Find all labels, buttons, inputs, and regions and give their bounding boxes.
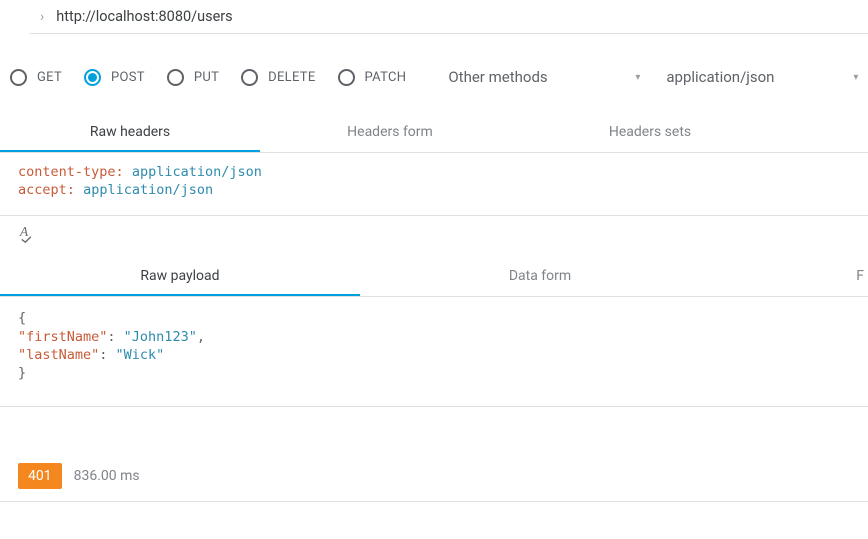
json-value: "John123" — [124, 329, 197, 345]
method-label: DELETE — [268, 70, 315, 85]
method-label: PUT — [194, 70, 219, 85]
chevron-down-icon: ▾ — [853, 72, 858, 83]
radio-icon — [10, 69, 27, 86]
method-row: GET POST PUT DELETE PATCH Other methods … — [0, 34, 868, 104]
header-line: accept: application/json — [18, 181, 850, 199]
spellcheck-icon[interactable]: A — [18, 232, 40, 248]
editor-toolbar: A — [0, 215, 868, 252]
json-value: "Wick" — [116, 347, 165, 363]
url-bar[interactable]: › http://localhost:8080/users — [30, 0, 868, 34]
radio-icon — [167, 69, 184, 86]
tab-files[interactable]: F — [720, 256, 868, 296]
raw-payload-editor[interactable]: { "firstName": "John123", "lastName": "W… — [0, 297, 868, 407]
json-key: "firstName" — [18, 329, 107, 345]
payload-tabs: Raw payload Data form F — [0, 256, 868, 297]
json-key: "lastName" — [18, 347, 99, 363]
method-radio-put[interactable]: PUT — [167, 69, 219, 86]
tab-headers-sets[interactable]: Headers sets — [520, 112, 780, 152]
dropdown-label: Other methods — [448, 68, 547, 86]
tab-data-form[interactable]: Data form — [360, 256, 720, 296]
method-label: POST — [111, 70, 145, 85]
raw-headers-editor[interactable]: content-type: application/json accept: a… — [0, 153, 868, 215]
tab-raw-headers[interactable]: Raw headers — [0, 112, 260, 152]
tab-raw-payload[interactable]: Raw payload — [0, 256, 360, 296]
method-radio-get[interactable]: GET — [10, 69, 62, 86]
json-brace: } — [18, 365, 26, 381]
chevron-down-icon: ▾ — [635, 72, 640, 83]
svg-text:A: A — [19, 224, 29, 239]
method-label: GET — [37, 70, 62, 85]
header-value: application/json — [132, 164, 262, 180]
header-value: application/json — [83, 182, 213, 198]
radio-icon — [241, 69, 258, 86]
chevron-right-icon: › — [40, 9, 44, 25]
other-methods-dropdown[interactable]: Other methods ▾ — [446, 62, 646, 92]
json-brace: { — [18, 310, 26, 326]
response-timing: 836.00 ms — [74, 468, 140, 484]
tab-headers-form[interactable]: Headers form — [260, 112, 520, 152]
status-badge: 401 — [18, 463, 62, 489]
method-label: PATCH — [365, 70, 407, 85]
radio-icon — [84, 69, 101, 86]
header-key: content-type — [18, 164, 116, 180]
url-text: http://localhost:8080/users — [56, 8, 232, 25]
method-radio-post[interactable]: POST — [84, 69, 145, 86]
dropdown-label: application/json — [666, 68, 774, 86]
headers-tabs: Raw headers Headers form Headers sets — [0, 112, 868, 153]
header-key: accept — [18, 182, 67, 198]
header-line: content-type: application/json — [18, 163, 850, 181]
method-radio-delete[interactable]: DELETE — [241, 69, 315, 86]
content-type-dropdown[interactable]: application/json ▾ — [664, 62, 864, 92]
response-status-row: 401 836.00 ms — [0, 407, 868, 502]
radio-icon — [338, 69, 355, 86]
method-radio-patch[interactable]: PATCH — [338, 69, 407, 86]
